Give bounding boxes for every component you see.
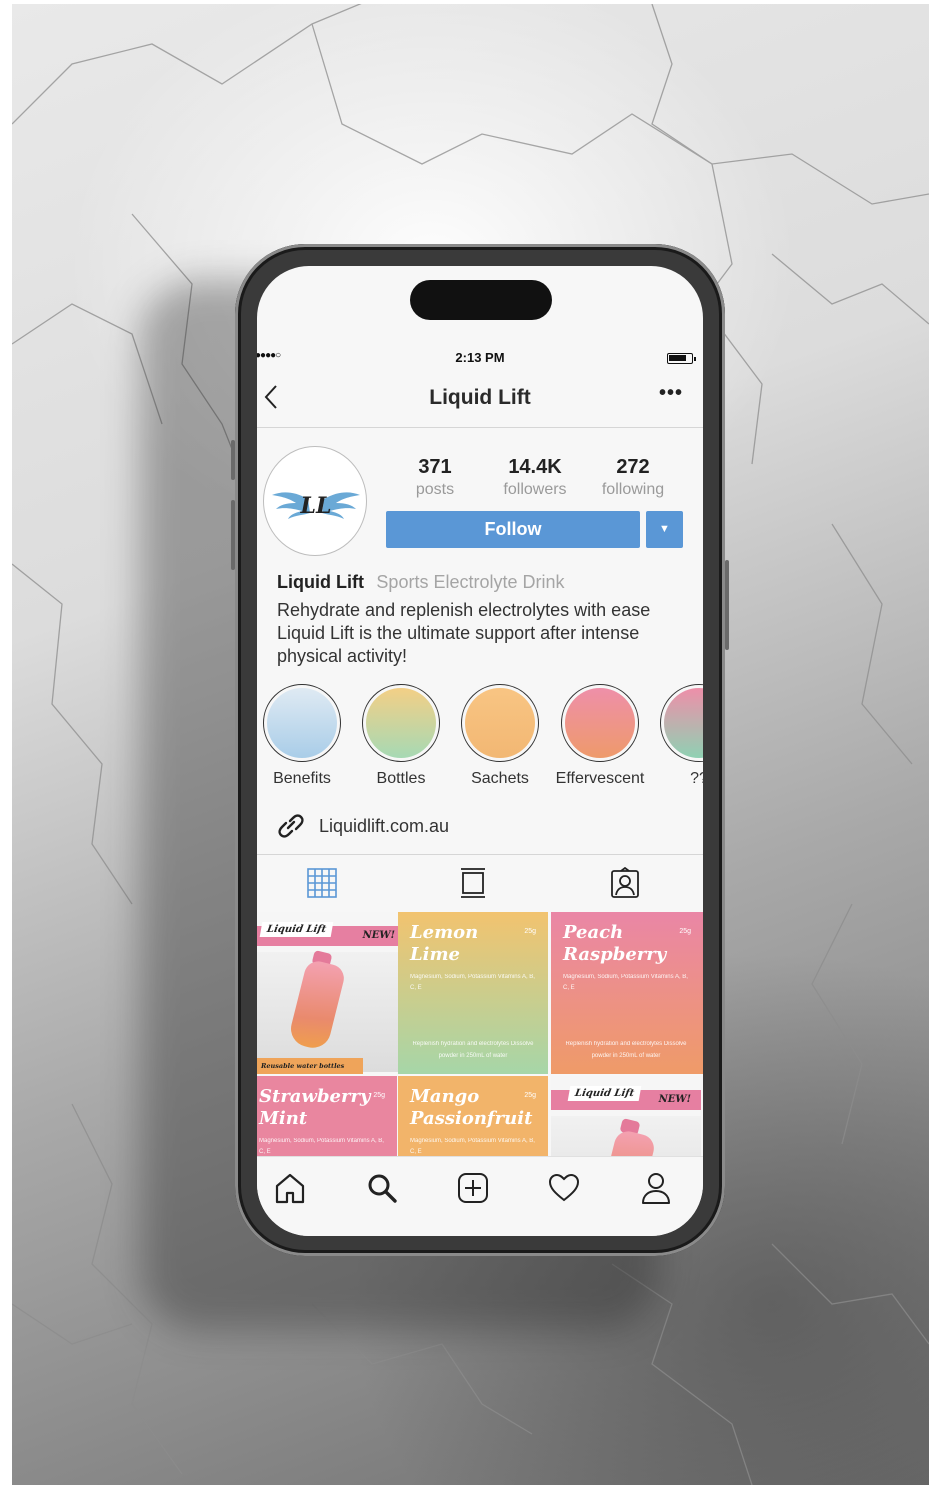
profile-header: Liquid Lift ••• [257, 378, 703, 428]
website-link[interactable]: Liquidlift.com.au [275, 814, 449, 838]
post-tile-peach-raspberry[interactable]: Peach Raspberry 25g Magnesium, Sodium, P… [551, 912, 703, 1074]
post-grams: 25g [524, 928, 536, 935]
post-ingredients: Magnesium, Sodium, Potassium Vitamins A,… [410, 1138, 535, 1155]
highlight-cover [366, 688, 436, 758]
post-tile-mango-passionfruit[interactable]: Mango Passionfruit 25g Magnesium, Sodium… [398, 1076, 548, 1156]
feed-icon[interactable] [457, 867, 489, 899]
follow-button[interactable]: Follow [386, 511, 640, 548]
profile-tabs [257, 854, 703, 912]
highlight-label: ?? [690, 770, 703, 787]
post-tag-text: Reusable water bottles [257, 1058, 363, 1074]
profile-avatar[interactable]: LL [263, 446, 367, 556]
post-tile-bottle-promo[interactable]: Liquid Lift NEW! Reusable water bottles [257, 912, 407, 1074]
svg-text:LL: LL [300, 493, 332, 519]
highlight-cover [664, 688, 703, 758]
following-count: 272 [616, 456, 650, 478]
more-dots-icon[interactable]: ••• [659, 382, 683, 405]
post-new-badge: NEW! [362, 930, 395, 941]
highlight-cover [465, 688, 535, 758]
bio-category: Sports Electrolyte Drink [376, 572, 565, 592]
bottom-navigation [257, 1156, 703, 1236]
home-icon[interactable] [273, 1171, 307, 1205]
post-flavour-name: Lemon Lime [410, 922, 479, 965]
post-grams: 25g [373, 1092, 385, 1099]
post-ingredients: Magnesium, Sodium, Potassium Vitamins A,… [563, 974, 688, 991]
following-stat[interactable]: 272 following [583, 456, 683, 499]
highlight-label: Benefits [273, 770, 331, 787]
bio-line-2: Liquid Lift is the ultimate support afte… [277, 623, 640, 666]
website-url: Liquidlift.com.au [319, 816, 450, 836]
post-brand-text: Liquid Lift [259, 922, 334, 937]
highlight-unknown[interactable]: ?? [654, 684, 703, 788]
battery-icon [667, 353, 696, 364]
dynamic-island [410, 280, 552, 320]
post-ingredients: Magnesium, Sodium, Potassium Vitamins A,… [259, 1138, 384, 1155]
highlight-bottles[interactable]: Bottles [356, 684, 446, 788]
post-grams: 25g [524, 1092, 536, 1099]
highlight-benefits[interactable]: Benefits [257, 684, 347, 788]
grid-icon[interactable] [306, 867, 338, 899]
link-icon [278, 814, 304, 838]
status-bar: ●●●●○ 2:13 PM [257, 350, 703, 368]
profile-bio: Liquid Lift Sports Electrolyte Drink Reh… [277, 572, 697, 668]
posts-label: posts [415, 481, 455, 498]
dropdown-arrow-icon: ▼ [659, 523, 670, 535]
posts-stat[interactable]: 371 posts [385, 456, 485, 499]
post-flavour-name: Peach Raspberry [563, 922, 667, 965]
highlight-cover [565, 688, 635, 758]
bio-line-1: Rehydrate and replenish electrolytes wit… [277, 600, 651, 620]
followers-stat[interactable]: 14.4K followers [485, 456, 585, 499]
post-footer-text: Replenish hydration and electrolytes Dis… [412, 1041, 534, 1059]
highlight-label: Effervescent [555, 770, 645, 787]
follow-dropdown-button[interactable]: ▼ [646, 511, 683, 548]
followers-label: followers [503, 481, 567, 498]
liquid-lift-logo: LL [272, 492, 360, 519]
volume-down-button [231, 500, 235, 570]
post-tile-bottle-promo-2[interactable]: Liquid Lift NEW! [551, 1076, 703, 1156]
highlight-cover [267, 688, 337, 758]
highlight-sachets[interactable]: Sachets [455, 684, 545, 788]
following-label: following [601, 481, 665, 498]
bio-name: Liquid Lift [277, 572, 364, 592]
tagged-icon[interactable] [609, 867, 641, 899]
post-new-badge: NEW! [658, 1094, 691, 1105]
followers-count: 14.4K [508, 456, 562, 478]
post-flavour-name: Mango Passionfruit [410, 1086, 533, 1129]
plus-square-icon[interactable] [456, 1171, 490, 1205]
highlight-effervescent[interactable]: Effervescent [555, 684, 645, 788]
posts-count: 371 [418, 456, 452, 478]
post-grams: 25g [679, 928, 691, 935]
highlight-label: Bottles [376, 770, 426, 787]
post-footer-text: Replenish hydration and electrolytes Dis… [565, 1041, 687, 1059]
status-time: 2:13 PM [455, 350, 505, 365]
post-ingredients: Magnesium, Sodium, Potassium Vitamins A,… [410, 974, 535, 991]
heart-icon[interactable] [547, 1171, 581, 1205]
profile-username-title: Liquid Lift [429, 386, 531, 409]
post-tile-strawberry-mint[interactable]: Strawberry Mint 25g Magnesium, Sodium, P… [257, 1076, 397, 1156]
post-tile-lemon-lime[interactable]: Lemon Lime 25g Magnesium, Sodium, Potass… [398, 912, 548, 1074]
posts-grid: Liquid Lift NEW! Reusable water bottles … [257, 912, 703, 1156]
post-flavour-name: Strawberry Mint [259, 1086, 371, 1129]
search-icon[interactable] [365, 1171, 399, 1205]
highlight-label: Sachets [471, 770, 529, 787]
post-brand-text: Liquid Lift [567, 1086, 642, 1101]
phone-screen: ●●●●○ 2:13 PM Liquid Lift ••• LL 371 pos… [257, 266, 703, 1236]
power-button [725, 560, 729, 650]
story-highlights: Benefits Bottles Sachets Effervescent ?? [257, 684, 703, 794]
profile-icon[interactable] [639, 1171, 673, 1205]
volume-up-button [231, 440, 235, 480]
